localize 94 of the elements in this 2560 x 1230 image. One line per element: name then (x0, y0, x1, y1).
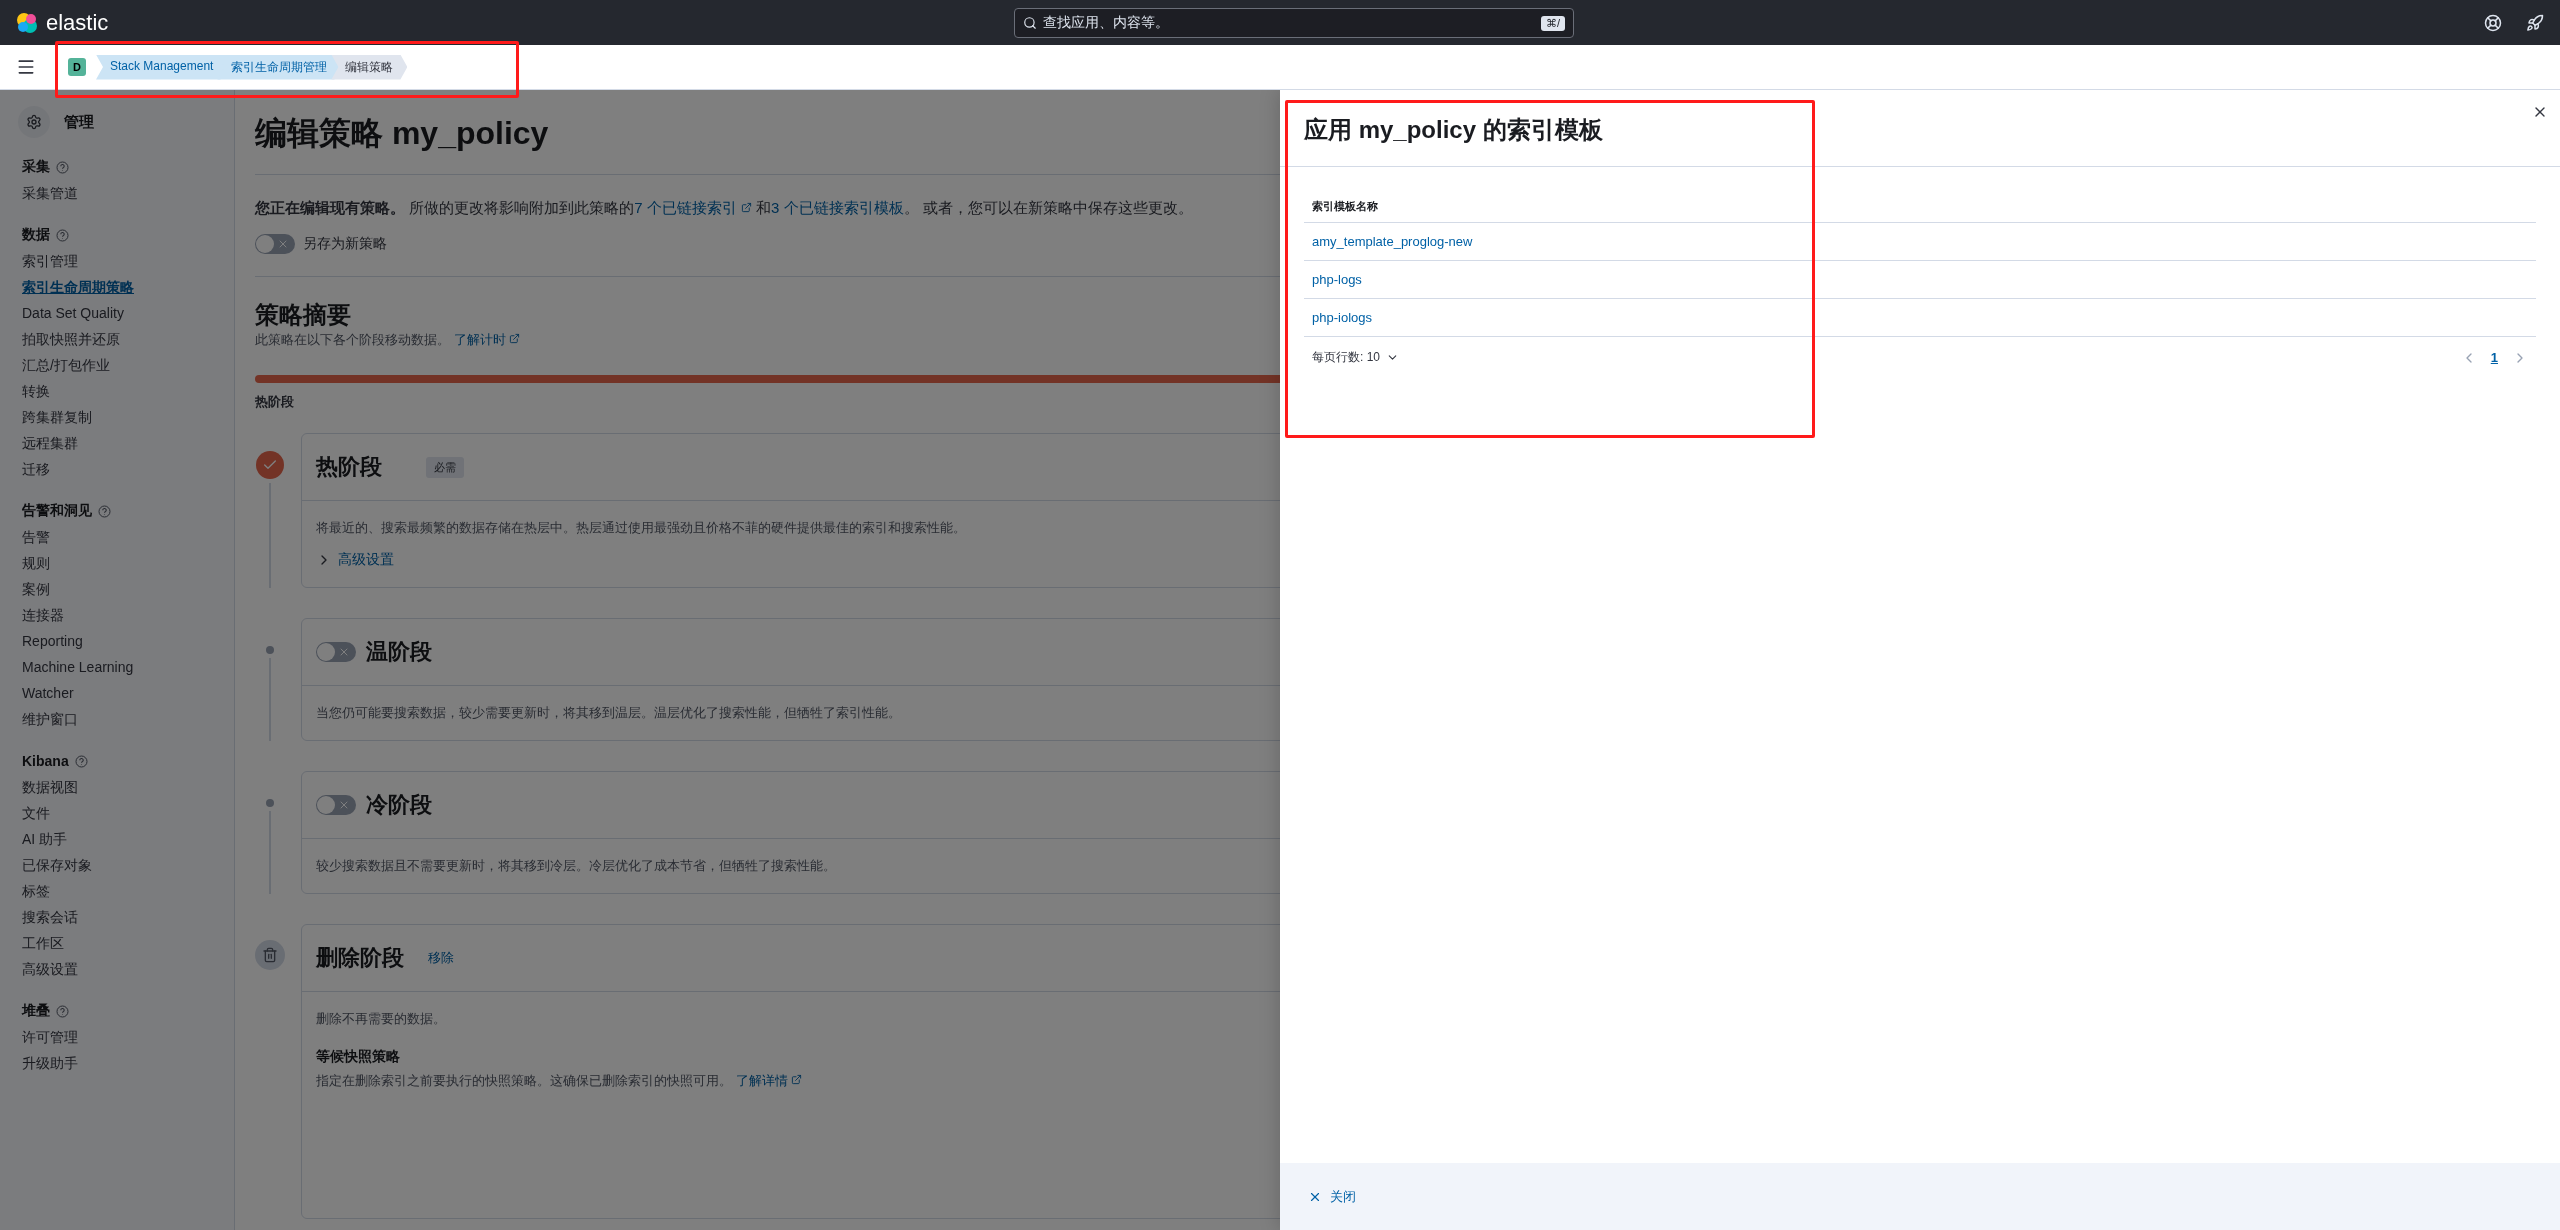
help-icon (98, 504, 111, 518)
phase-title: 删除阶段 (316, 944, 404, 972)
sidebar-group-title: 堆叠 (22, 1002, 50, 1020)
sidebar-item[interactable]: 升级助手 (22, 1050, 212, 1076)
learn-timing-link[interactable]: 了解计时 (453, 332, 521, 347)
sidebar-item[interactable]: 工作区 (22, 930, 212, 956)
sidebar-item[interactable]: 标签 (22, 878, 212, 904)
phase-title: 冷阶段 (366, 791, 432, 819)
sidebar-title: 管理 (64, 112, 94, 132)
sidebar-item[interactable]: 文件 (22, 800, 212, 826)
sidebar-item[interactable]: 采集管道 (22, 180, 212, 206)
page-title: 编辑策略 my_policy (255, 114, 549, 153)
sidebar-item[interactable]: Reporting (22, 628, 212, 654)
timeline-dot (266, 646, 274, 654)
section-title: 策略摘要 (255, 300, 351, 330)
search-icon (1023, 16, 1037, 30)
menu-icon[interactable] (16, 57, 36, 77)
sidebar-group-title: 告警和洞见 (22, 502, 92, 520)
sidebar-item[interactable]: 跨集群复制 (22, 404, 212, 430)
sidebar-item[interactable]: AI 助手 (22, 826, 212, 852)
sidebar-item[interactable]: 数据视图 (22, 774, 212, 800)
sidebar-item[interactable]: 汇总/打包作业 (22, 352, 212, 378)
help-icon (56, 228, 69, 242)
sidebar-item[interactable]: 索引生命周期策略 (22, 274, 212, 300)
help-icon[interactable] (2484, 13, 2502, 32)
trash-icon (255, 940, 285, 970)
timeline-label: 热阶段 (255, 393, 294, 411)
section-title: 等候快照策略 (316, 1048, 401, 1066)
sidebar-item[interactable]: 告警 (22, 524, 212, 550)
search-placeholder: 查找应用、内容等。 (1043, 14, 1169, 32)
sidebar-item[interactable]: 转换 (22, 378, 212, 404)
x-icon (338, 646, 350, 658)
sidebar-item[interactable]: 规则 (22, 550, 212, 576)
toggle-switch[interactable] (316, 642, 356, 662)
phase-description: 将最近的、搜索最频繁的数据存储在热层中。热层通过使用最强劲且价格不菲的硬件提供最佳的索引和搜索性能。 (316, 519, 967, 537)
sidebar-item[interactable]: Data Set Quality (22, 300, 212, 326)
flyout-title: 应用 my_policy 的索引模板 (1280, 90, 2560, 167)
toggle-switch[interactable] (255, 234, 295, 254)
logo-icon (16, 11, 38, 34)
sidebar-item[interactable]: 远程集群 (22, 430, 212, 456)
page-number[interactable]: 1 (2490, 350, 2498, 365)
phase-title: 热阶段 (316, 453, 382, 481)
shortcut-key: ⌘/ (1540, 15, 1565, 31)
search-field[interactable]: 查找应用、内容等。 ⌘/ (1014, 8, 1574, 38)
external-link-icon (740, 202, 752, 213)
rocket-icon[interactable] (2526, 13, 2544, 32)
phase-description: 较少搜索数据且不需要更新时，将其移到冷层。冷层优化了成本节省，但牺牲了搜索性能。 (316, 857, 837, 875)
linked-templates-link[interactable]: 3 个已链接索引模板 (771, 199, 904, 216)
phase-description: 删除不再需要的数据。 (316, 1010, 447, 1028)
help-icon (56, 160, 69, 174)
sidebar-group-title: 数据 (22, 226, 50, 244)
sidebar-item[interactable]: Machine Learning (22, 654, 212, 680)
sidebar-item[interactable]: 许可管理 (22, 1024, 212, 1050)
external-link-icon (791, 1074, 803, 1085)
learn-more-link[interactable]: 了解详情 (735, 1073, 803, 1088)
section-subtitle: 此策略在以下各个阶段移动数据。 了解计时 (255, 331, 521, 349)
settings-icon (18, 106, 50, 138)
template-link[interactable]: php-logs (1304, 261, 2536, 299)
sidebar-item[interactable]: 维护窗口 (22, 706, 212, 732)
sidebar-group-title: Kibana (22, 753, 69, 769)
sidebar-item[interactable]: Watcher (22, 680, 212, 706)
sidebar-item[interactable]: 索引管理 (22, 248, 212, 274)
remove-link[interactable]: 移除 (428, 949, 454, 967)
sidebar-item[interactable]: 拍取快照并还原 (22, 326, 212, 352)
logo-text: elastic (46, 9, 109, 36)
breadcrumb: 编辑策略 (331, 54, 408, 80)
toggle-label: 另存为新策略 (303, 235, 387, 253)
sidebar-item[interactable]: 已保存对象 (22, 852, 212, 878)
toggle-switch[interactable] (316, 795, 356, 815)
space-avatar[interactable]: D (68, 58, 86, 76)
sidebar-item[interactable]: 迁移 (22, 456, 212, 482)
close-button[interactable]: 关闭 (1304, 1183, 1360, 1210)
phase-title: 温阶段 (366, 638, 432, 666)
sidebar-item[interactable]: 搜索会话 (22, 904, 212, 930)
sidebar-item[interactable]: 案例 (22, 576, 212, 602)
x-icon (338, 799, 350, 811)
column-header: 索引模板名称 (1304, 191, 2536, 223)
check-icon (256, 451, 284, 479)
linked-indices-link[interactable]: 7 个已链接索引 (634, 199, 752, 216)
rows-per-page-button[interactable]: 每页行数: 10 (1312, 349, 1399, 366)
x-icon (277, 238, 289, 250)
template-link[interactable]: amy_template_proglog-new (1304, 223, 2536, 261)
help-icon (56, 1004, 69, 1018)
phase-description: 当您仍可能要搜索数据，较少需要更新时，将其移到温层。温层优化了搜索性能，但牺牲了索引性能。 (316, 704, 902, 722)
required-badge: 必需 (426, 456, 464, 478)
sidebar-item[interactable]: 连接器 (22, 602, 212, 628)
external-link-icon (509, 333, 521, 344)
sidebar-item[interactable]: 高级设置 (22, 956, 212, 982)
timeline-dot (266, 799, 274, 807)
help-icon (74, 754, 88, 768)
notice-text: 您正在编辑现有策略。 所做的更改将影响附加到此策略的7 个已链接索引 和3 个已链接索引模板。 或者，您可以在新策略中保存这些更改。 (255, 199, 1193, 218)
template-link[interactable]: php-iologs (1304, 299, 2536, 337)
sidebar-group-title: 采集 (22, 158, 50, 176)
advanced-settings-toggle[interactable]: 高级设置 (316, 551, 2515, 569)
